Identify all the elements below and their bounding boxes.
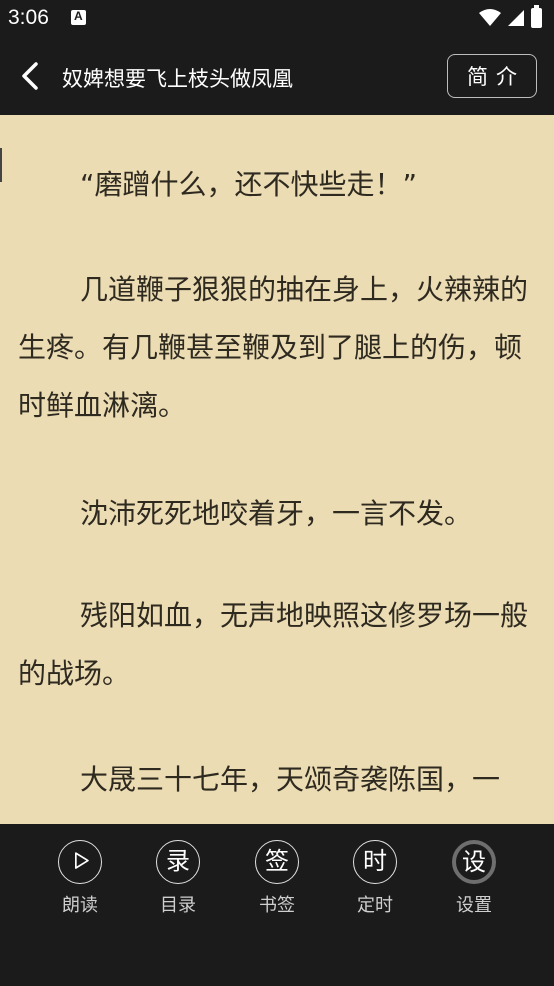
status-time: 3:06 — [8, 6, 49, 29]
tool-label: 目录 — [160, 895, 196, 916]
catalog-icon: 录 — [156, 840, 200, 884]
reading-content[interactable]: “磨蹭什么，还不快些走！” 几道鞭子狠狠的抽在身上，火辣辣的生疼。有几鞭甚至鞭及… — [0, 115, 554, 824]
cell-signal-icon — [508, 10, 524, 26]
settings-button[interactable]: 设 设置 — [434, 840, 514, 917]
read-aloud-button[interactable]: 朗读 — [40, 840, 120, 917]
paragraph: 残阳如血，无声地映照这修罗场一般的战场。 — [18, 599, 529, 690]
bookmark-icon: 签 — [255, 840, 299, 884]
back-chevron-left-icon[interactable] — [16, 60, 48, 92]
paragraph: 几道鞭子狠狠的抽在身上，火辣辣的生疼。有几鞭甚至鞭及到了腿上的伤，顿时鲜血淋漓。 — [18, 273, 529, 422]
tool-label: 设置 — [456, 895, 492, 916]
paragraph: 沈沛死死地咬着牙，一言不发。 — [80, 497, 473, 530]
page-edge-marker — [0, 148, 2, 182]
catalog-button[interactable]: 录 目录 — [138, 840, 218, 917]
book-title: 奴婢想要飞上枝头做凤凰 — [62, 67, 293, 91]
wifi-icon — [479, 9, 501, 26]
battery-icon — [531, 5, 542, 28]
reader-bottom-toolbar: 朗读 录 目录 签 书签 时 定时 设 设置 — [0, 824, 554, 986]
play-icon — [58, 840, 102, 884]
tool-label: 书签 — [259, 895, 295, 916]
status-icons — [479, 5, 542, 28]
tool-label: 定时 — [357, 895, 393, 916]
timer-button[interactable]: 时 定时 — [335, 840, 415, 917]
timer-icon: 时 — [353, 840, 397, 884]
paragraph: 大晟三十七年，天颂奇袭陈国，一 — [80, 763, 501, 796]
paragraph: “磨蹭什么，还不快些走！” — [80, 168, 418, 201]
status-bar: 3:06 — [0, 0, 554, 38]
settings-icon: 设 — [452, 840, 496, 884]
reader-toolbar: 奴婢想要飞上枝头做凤凰 简介 — [0, 38, 554, 115]
tool-label: 朗读 — [62, 895, 98, 916]
bookmark-button[interactable]: 签 书签 — [237, 840, 317, 917]
notification-text-a-icon — [71, 9, 86, 25]
intro-button[interactable]: 简介 — [447, 54, 537, 98]
